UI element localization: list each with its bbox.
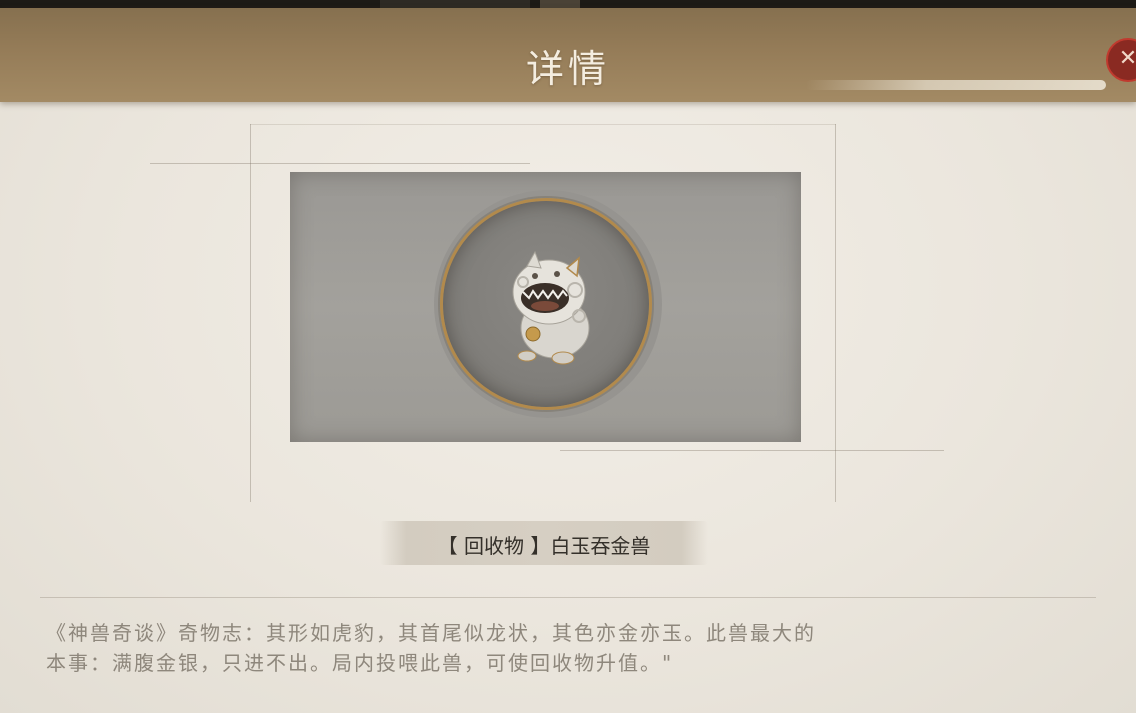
deco-line-left-vertical	[250, 124, 251, 502]
deco-line-top-left	[150, 163, 530, 164]
page-title: 详情	[525, 47, 610, 91]
description-line-1: 《神兽奇谈》奇物志：其形如虎豹，其首尾似龙状，其色亦金亦玉。此兽最大的	[46, 621, 816, 645]
deco-line-bottom-right	[560, 450, 944, 451]
deco-line-right-vertical	[835, 124, 836, 502]
description-divider	[40, 597, 1096, 598]
item-name: 白玉吞金兽	[550, 534, 651, 558]
close-icon: ✕	[1118, 46, 1136, 71]
item-description: 《神兽奇谈》奇物志：其形如虎豹，其首尾似龙状，其色亦金亦玉。此兽最大的 本事：满…	[46, 618, 1046, 678]
white-jade-beast-icon	[512, 250, 590, 365]
description-line-2: 本事：满腹金银，只进不出。局内投喂此兽，可使回收物升值。"	[46, 651, 674, 675]
title-bar: 详情 ✕	[0, 8, 1136, 102]
item-name-label: 【 回收物 】白玉吞金兽	[380, 530, 708, 559]
deco-line-top-edge	[250, 124, 836, 125]
item-category-tag: 【 回收物 】	[437, 534, 551, 558]
item-detail-page: 详情 ✕ 【 回收物 】白玉吞金兽 《神兽奇谈》奇物志：其形如虎豹，其首尾似龙状…	[0, 0, 1136, 713]
